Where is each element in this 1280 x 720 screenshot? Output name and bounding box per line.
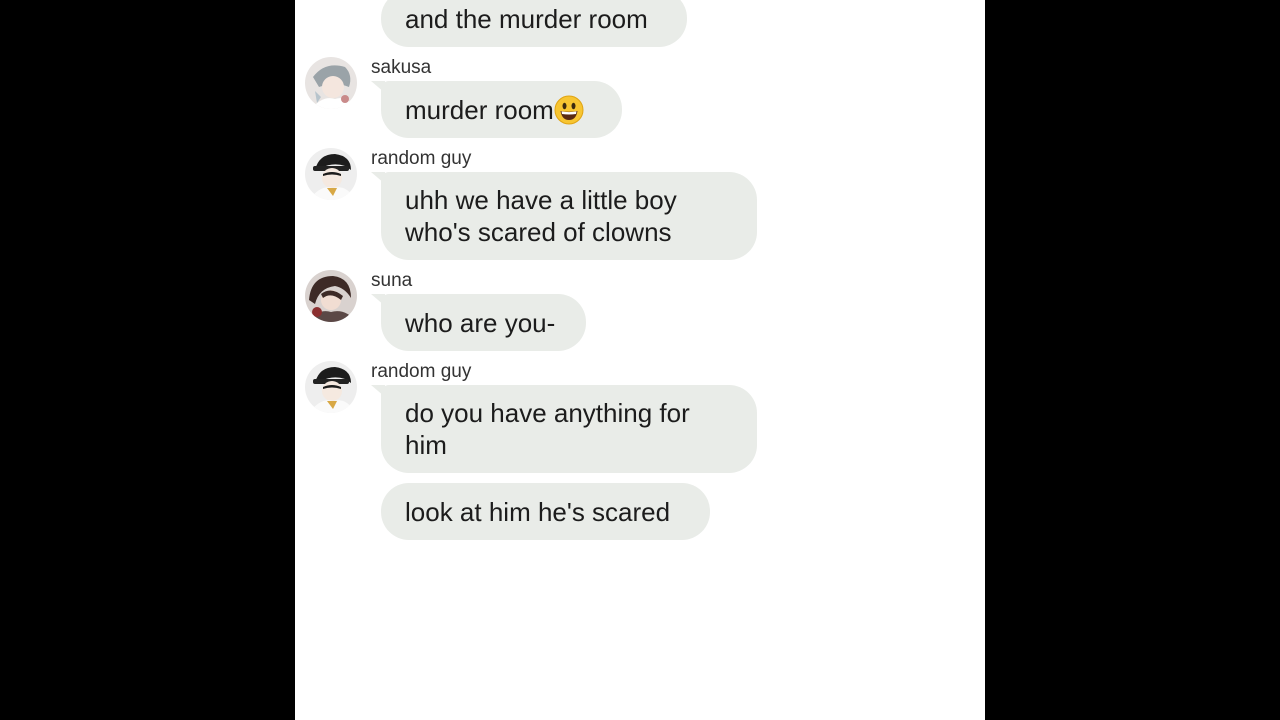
message-bubble[interactable]: do you have anything for him [371, 385, 757, 473]
avatar-image [305, 148, 357, 200]
message-text: and the murder room [405, 4, 648, 34]
sender-name: suna [371, 270, 413, 291]
avatar-sakusa[interactable] [305, 57, 357, 109]
message-bubble[interactable]: uhh we have a little boy who's scared of… [371, 172, 757, 260]
sender-name: random guy [371, 361, 472, 382]
avatar-random-guy[interactable] [305, 148, 357, 200]
message-text-line: who's scared of clowns [405, 217, 672, 247]
avatar-image [305, 270, 357, 322]
avatar-suna[interactable] [305, 270, 357, 322]
avatar-image [305, 57, 357, 109]
sender-name: sakusa [371, 57, 432, 78]
sender-name: random guy [371, 148, 472, 169]
message-bubble[interactable]: who are you- [371, 294, 586, 351]
message-bubble[interactable]: murder room [371, 81, 622, 138]
message-text: who are you- [405, 308, 556, 338]
chat-screen: and the murder room sakusa murder room r… [295, 0, 985, 720]
message-text: look at him he's scared [405, 497, 671, 527]
avatar-image [305, 361, 357, 413]
message-text-line: uhh we have a little boy [405, 185, 677, 215]
message-bubble[interactable]: and the murder room [381, 0, 687, 47]
message-text-line: him [405, 430, 447, 460]
grinning-face-emoji [554, 95, 584, 125]
message-text-line: do you have anything for [405, 398, 690, 428]
message-bubble[interactable]: look at him he's scared [381, 483, 710, 540]
avatar-random-guy[interactable] [305, 361, 357, 413]
message-text: murder room [405, 95, 554, 125]
